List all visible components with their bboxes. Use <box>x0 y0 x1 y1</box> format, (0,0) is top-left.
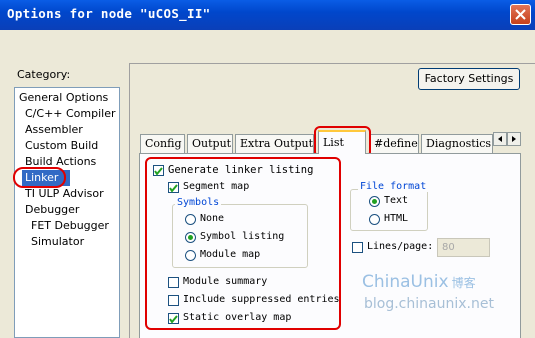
symbols-group-title: Symbols <box>175 197 222 208</box>
symbols-module-map-radio[interactable] <box>185 250 196 261</box>
generate-listing-checkbox[interactable] <box>153 165 164 176</box>
tab-list[interactable]: List <box>318 130 366 154</box>
symbols-listing-label: Symbol listing <box>200 231 285 242</box>
check-icon <box>169 315 178 324</box>
check-icon <box>169 184 178 193</box>
window-title: Options for node "uCOS_II" <box>7 6 211 21</box>
tab-output[interactable]: Output <box>187 134 233 153</box>
category-item-linker[interactable]: Linker <box>25 171 58 184</box>
category-item-c-compiler[interactable]: C/C++ Compiler <box>25 107 116 120</box>
category-item-custom-build[interactable]: Custom Build <box>25 139 98 152</box>
lines-per-page-input[interactable]: 80 <box>437 238 490 257</box>
file-format-html-radio[interactable] <box>369 214 380 225</box>
category-item-fet-debugger[interactable]: FET Debugger <box>31 219 109 232</box>
category-item-build-actions[interactable]: Build Actions <box>25 155 96 168</box>
watermark-brand: ChinaUnix 博客 <box>362 272 476 292</box>
segment-map-label: Segment map <box>183 181 250 192</box>
factory-settings-button[interactable]: Factory Settings <box>418 68 520 90</box>
category-item-assembler[interactable]: Assembler <box>25 123 83 136</box>
symbols-none-label: None <box>200 213 225 224</box>
category-label: Category: <box>17 68 71 81</box>
title-bar: Options for node "uCOS_II" <box>0 0 535 30</box>
watermark-url: blog.chinaunix.net <box>364 296 494 312</box>
tab-scroll-left-button[interactable] <box>493 132 507 146</box>
close-button[interactable] <box>510 4 531 25</box>
file-format-group-title: File format <box>358 181 429 192</box>
category-item-ti-ulp-advisor[interactable]: TI ULP Advisor <box>25 187 104 200</box>
tab-extra-output[interactable]: Extra Output <box>235 134 314 153</box>
include-suppressed-checkbox[interactable] <box>168 295 179 306</box>
lines-per-page-checkbox[interactable] <box>352 242 363 253</box>
module-summary-label: Module summary <box>183 276 268 287</box>
segment-map-checkbox[interactable] <box>168 182 179 193</box>
file-format-text-label: Text <box>384 195 409 206</box>
include-suppressed-label: Include suppressed entries <box>183 294 340 305</box>
tab-diagnostics[interactable]: Diagnostics <box>421 134 493 153</box>
check-icon <box>154 167 163 176</box>
module-summary-checkbox[interactable] <box>168 277 179 288</box>
static-overlay-checkbox[interactable] <box>168 313 179 324</box>
close-icon <box>515 9 526 20</box>
generate-listing-label: Generate linker listing <box>168 164 314 176</box>
tab-scroll-right-button[interactable] <box>507 132 521 146</box>
category-item-general-options[interactable]: General Options <box>19 91 108 104</box>
category-item-simulator[interactable]: Simulator <box>31 235 84 248</box>
file-format-text-radio[interactable] <box>369 196 380 207</box>
symbols-module-map-label: Module map <box>200 249 261 260</box>
symbols-listing-radio[interactable] <box>185 232 196 243</box>
chevron-left-icon <box>498 136 502 142</box>
category-list[interactable]: General Options C/C++ Compiler Assembler… <box>14 87 120 338</box>
category-item-debugger[interactable]: Debugger <box>25 203 79 216</box>
radio-selected-dot <box>188 235 193 240</box>
lines-per-page-label: Lines/page: <box>367 241 434 252</box>
file-format-html-label: HTML <box>384 213 409 224</box>
tab-define[interactable]: #define <box>369 134 419 153</box>
radio-selected-dot <box>372 199 377 204</box>
static-overlay-label: Static overlay map <box>183 312 292 323</box>
tab-config[interactable]: Config <box>140 134 185 153</box>
chevron-right-icon <box>512 136 516 142</box>
symbols-none-radio[interactable] <box>185 214 196 225</box>
